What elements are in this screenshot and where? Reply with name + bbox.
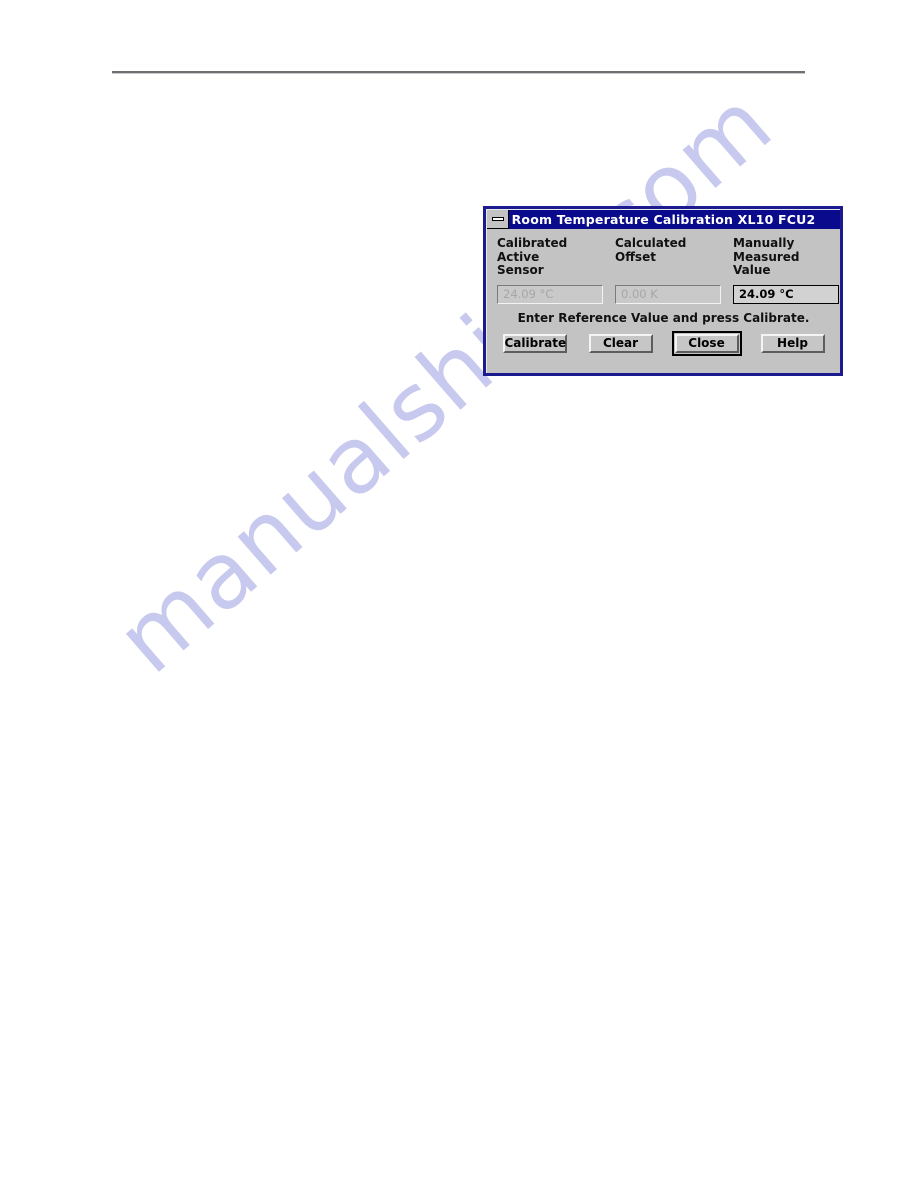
manually-measured-value-input[interactable]: 24.09 °C xyxy=(733,284,839,304)
watermark-text: manualshive.com xyxy=(96,69,793,694)
page-header-rule xyxy=(112,71,805,73)
minimize-dash xyxy=(491,217,504,221)
minimize-icon[interactable] xyxy=(487,210,509,229)
label-line: Offset xyxy=(615,249,656,264)
label-line: Value xyxy=(733,263,771,277)
calibration-dialog: Room Temperature Calibration XL10 FCU2 C… xyxy=(483,206,843,376)
dialog-titlebar[interactable]: Room Temperature Calibration XL10 FCU2 xyxy=(487,210,840,229)
help-button-wrap: Help xyxy=(758,331,828,356)
column-labels-row: Calibrated Active Sensor Calculated Offs… xyxy=(497,236,830,278)
label-line: Calculated xyxy=(615,236,687,250)
label-line: Calibrated xyxy=(497,236,568,250)
dialog-inner-frame: Room Temperature Calibration XL10 FCU2 C… xyxy=(486,209,840,373)
instruction-text: Enter Reference Value and press Calibrat… xyxy=(517,310,810,325)
column-label-calibrated-active-sensor: Calibrated Active Sensor xyxy=(497,236,603,278)
close-button-wrap: Close xyxy=(671,330,742,356)
value-fields-row: 24.09 °C 0.00 K 24.09 °C xyxy=(497,284,839,304)
label-line: Sensor xyxy=(497,263,544,277)
dialog-body: Calibrated Active Sensor Calculated Offs… xyxy=(487,229,840,356)
watermark: manualshive.com xyxy=(97,70,792,920)
dialog-button-row: Calibrate Clear Close Help xyxy=(497,330,830,356)
calibrated-active-sensor-field: 24.09 °C xyxy=(497,284,603,304)
label-line: Measured xyxy=(733,249,800,264)
help-button[interactable]: Help xyxy=(760,333,825,353)
calculated-offset-field: 0.00 K xyxy=(615,284,721,304)
column-label-calculated-offset: Calculated Offset xyxy=(615,236,721,278)
clear-button-wrap: Clear xyxy=(586,331,656,356)
label-line: Manually xyxy=(733,236,795,250)
clear-button[interactable]: Clear xyxy=(588,333,653,353)
label-line: Active xyxy=(497,249,540,264)
column-label-manually-measured-value: Manually Measured Value xyxy=(733,236,839,278)
dialog-title: Room Temperature Calibration XL10 FCU2 xyxy=(511,212,816,227)
field-value: 0.00 K xyxy=(621,286,658,301)
calibrate-button[interactable]: Calibrate xyxy=(502,333,567,353)
calibrate-button-wrap: Calibrate xyxy=(500,331,570,356)
field-value: 24.09 °C xyxy=(739,286,794,301)
field-value: 24.09 °C xyxy=(503,286,554,301)
close-button[interactable]: Close xyxy=(674,333,739,353)
